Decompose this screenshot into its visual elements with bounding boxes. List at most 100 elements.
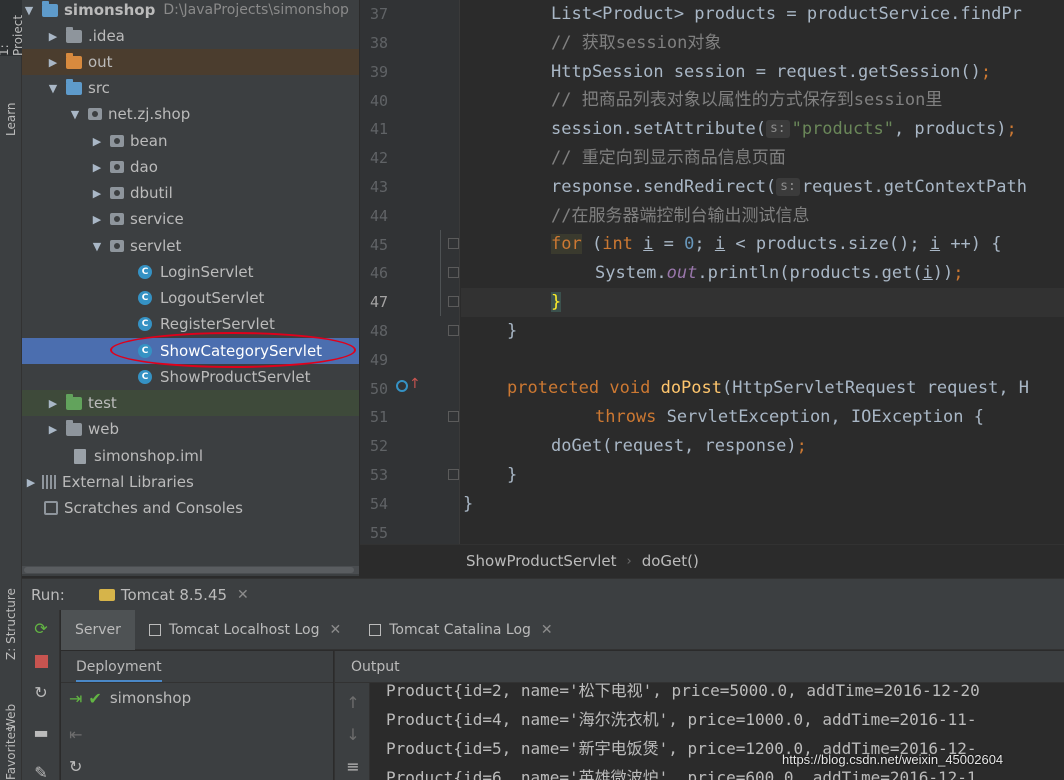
editor-gutter: 37 38 39 40 41 42 43 44 45 46 47 48 49 5… <box>360 0 460 544</box>
param-hint: s: <box>776 178 800 196</box>
fold-marker-icon[interactable] <box>448 469 459 480</box>
code-keyword: protected <box>507 378 600 398</box>
line-number: 42 <box>369 149 388 167</box>
code-line-46: System.out.println(products.get(i)); <box>595 259 964 288</box>
tree-item-login-servlet[interactable]: C LoginServlet <box>22 259 359 285</box>
up-arrow-icon[interactable]: ↑ <box>409 376 421 392</box>
stop-icon[interactable] <box>32 653 50 671</box>
scroll-down-icon[interactable]: ↓ <box>345 725 361 744</box>
tree-item-service[interactable]: ▶ service <box>22 206 359 232</box>
chevron-down-icon[interactable]: ▼ <box>90 240 104 253</box>
run-config-tab[interactable]: Tomcat 8.5.45 ✕ <box>98 586 249 604</box>
tab-web[interactable]: Web <box>0 680 22 730</box>
deploy-icon[interactable]: ⇥ <box>69 689 82 708</box>
chevron-down-icon[interactable]: ▼ <box>46 82 60 95</box>
override-marker-icon[interactable] <box>396 380 408 392</box>
code-text: ; <box>1006 119 1017 139</box>
code-text: = <box>653 234 685 254</box>
scrollbar-thumb[interactable] <box>24 567 354 573</box>
tab-project[interactable]: 1: Project <box>0 0 25 56</box>
tab-localhost-log[interactable]: Tomcat Localhost Log ✕ <box>135 610 355 650</box>
tree-item-label: .idea <box>88 27 125 45</box>
chevron-right-icon[interactable]: ▶ <box>24 476 38 489</box>
refresh-icon[interactable]: ↻ <box>32 684 50 702</box>
tree-item-label: simonshop.iml <box>94 447 204 465</box>
chevron-right-icon[interactable]: ▶ <box>90 213 104 226</box>
chevron-down-icon[interactable]: ▼ <box>22 4 36 17</box>
tree-item-idea[interactable]: ▶ .idea <box>22 23 359 49</box>
tree-root[interactable]: ▼ simonshop D:\JavaProjects\simonshop <box>22 0 359 23</box>
horizontal-scrollbar[interactable] <box>22 566 359 574</box>
code-method: doPost <box>660 378 722 398</box>
tree-item-bean[interactable]: ▶ bean <box>22 128 359 154</box>
tree-item-dbutil[interactable]: ▶ dbutil <box>22 180 359 206</box>
fold-marker-icon[interactable] <box>448 267 459 278</box>
package-icon <box>110 213 124 225</box>
tab-structure-label: Z: Structure <box>4 588 18 660</box>
code-editor[interactable]: List<Product> products = productService.… <box>461 0 1064 544</box>
tree-item-label: net.zj.shop <box>108 105 191 123</box>
code-keyword: throws <box>595 407 657 427</box>
line-number-current: 47 <box>369 293 388 311</box>
chevron-right-icon[interactable]: ▶ <box>90 161 104 174</box>
scroll-up-icon[interactable]: ↑ <box>345 693 361 712</box>
tab-server[interactable]: Server <box>61 609 135 650</box>
breadcrumb-class[interactable]: ShowProductServlet <box>466 552 617 570</box>
chevron-right-icon[interactable]: ▶ <box>90 135 104 148</box>
tree-item-logout-servlet[interactable]: C LogoutServlet <box>22 285 359 311</box>
tab-catalina-log[interactable]: Tomcat Catalina Log ✕ <box>355 610 566 650</box>
code-text: .println(products.get( <box>697 263 923 283</box>
tree-item-scratches[interactable]: Scratches and Consoles <box>22 495 359 521</box>
rerun-icon[interactable]: ⟳ <box>32 620 50 638</box>
chevron-right-icon[interactable]: ▶ <box>46 423 60 436</box>
code-var: i <box>643 234 654 254</box>
close-icon[interactable]: ✕ <box>541 622 553 638</box>
tree-item-servlet[interactable]: ▼ servlet <box>22 233 359 259</box>
breadcrumb-method[interactable]: doGet() <box>642 552 699 570</box>
chevron-right-icon[interactable]: ▶ <box>46 56 60 69</box>
run-tabs: Server Tomcat Localhost Log ✕ Tomcat Cata… <box>61 609 1064 650</box>
param-hint: s: <box>765 120 790 138</box>
tree-item-show-product-servlet[interactable]: C ShowProductServlet <box>22 364 359 390</box>
run-toolbar: ⟳ ↻ ▬ ✎ <box>22 610 60 780</box>
line-number: 37 <box>369 5 388 23</box>
tab-structure[interactable]: Z: Structure <box>0 560 22 660</box>
chevron-right-icon[interactable]: ▶ <box>46 30 60 43</box>
pin-icon[interactable]: ✎ <box>32 764 50 780</box>
code-text: response.sendRedirect( <box>551 177 777 197</box>
tab-label: Tomcat Catalina Log <box>389 621 531 638</box>
code-line-41: session.setAttribute(s: "products", produ… <box>551 115 1017 144</box>
tree-item-package[interactable]: ▼ net.zj.shop <box>22 101 359 127</box>
line-number: 51 <box>369 408 388 426</box>
deployment-item[interactable]: ⇥ ✔ simonshop <box>69 687 191 709</box>
fold-marker-icon[interactable] <box>448 411 459 422</box>
close-icon[interactable]: ✕ <box>237 587 249 603</box>
chevron-right-icon[interactable]: ▶ <box>46 397 60 410</box>
tree-item-out[interactable]: ▶ out <box>22 49 359 75</box>
tab-favorites[interactable]: Favorites <box>0 726 22 780</box>
fold-marker-icon[interactable] <box>448 238 459 249</box>
layout-icon[interactable]: ▬ <box>32 724 50 742</box>
deployment-header-label: Deployment <box>76 652 162 682</box>
update-icon[interactable]: ↻ <box>69 757 82 776</box>
fold-marker-icon[interactable] <box>448 296 459 307</box>
soft-wrap-icon[interactable]: ≡ <box>345 757 361 776</box>
tree-item-label: out <box>88 53 113 71</box>
deployment-header[interactable]: Deployment <box>61 651 333 683</box>
watermark: https://blog.csdn.net/weixin_45002604 <box>782 752 1004 767</box>
tree-item-external-libraries[interactable]: ▶ External Libraries <box>22 469 359 495</box>
tree-item-src[interactable]: ▼ src <box>22 75 359 101</box>
line-number: 49 <box>369 351 388 369</box>
chevron-down-icon[interactable]: ▼ <box>68 108 82 121</box>
close-icon[interactable]: ✕ <box>329 622 341 638</box>
tab-learn[interactable]: Learn <box>0 70 22 136</box>
tree-item-test[interactable]: ▶ test <box>22 390 359 416</box>
undeploy-icon[interactable]: ⇤ <box>69 725 82 744</box>
tree-item-iml[interactable]: simonshop.iml <box>22 443 359 469</box>
tree-item-dao[interactable]: ▶ dao <box>22 154 359 180</box>
line-number: 41 <box>369 120 388 138</box>
chevron-right-icon[interactable]: ▶ <box>90 187 104 200</box>
code-text: ++) { <box>940 234 1002 254</box>
fold-marker-icon[interactable] <box>448 325 459 336</box>
tree-item-web[interactable]: ▶ web <box>22 416 359 442</box>
